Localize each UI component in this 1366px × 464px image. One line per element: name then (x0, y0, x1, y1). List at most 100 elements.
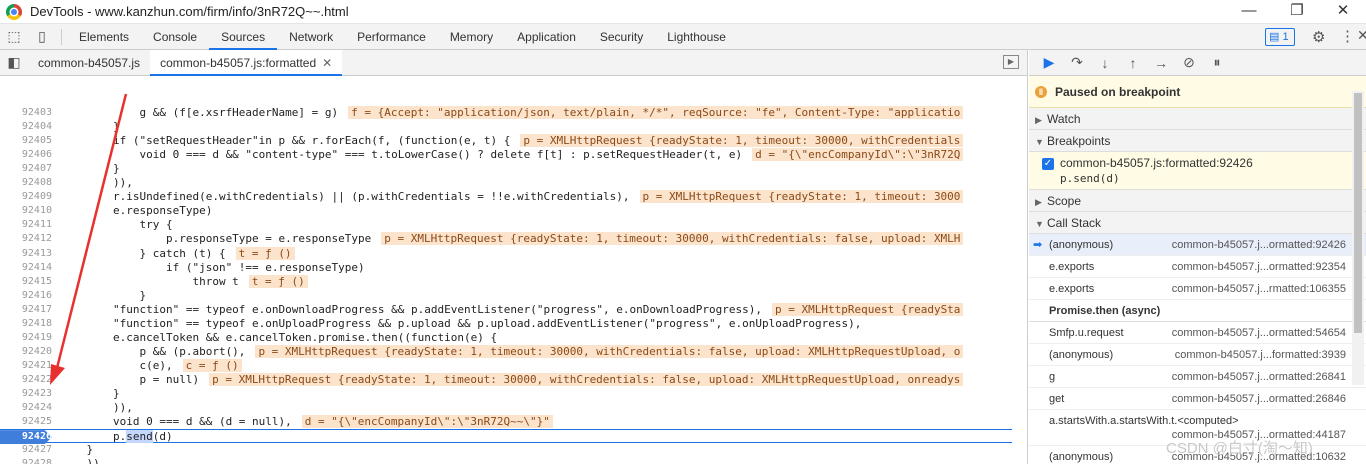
line-number[interactable]: 92406 (0, 148, 52, 162)
line-number[interactable]: 92427 (0, 443, 52, 457)
line-number[interactable]: 92417 (0, 303, 52, 317)
line-number[interactable]: 92419 (0, 331, 52, 345)
code-line[interactable]: 92410 e.responseType) (0, 204, 1012, 218)
line-number[interactable]: 92404 (0, 120, 52, 134)
step-icon[interactable]: → (1147, 55, 1175, 71)
breakpoint-line-number[interactable]: 92426 (0, 430, 52, 445)
tab-lighthouse[interactable]: Lighthouse (655, 24, 738, 50)
step-over-icon[interactable]: ↷ (1063, 54, 1091, 71)
code-line[interactable]: 92418 "function" == typeof e.onUploadPro… (0, 317, 1012, 331)
line-number[interactable]: 92420 (0, 345, 52, 359)
breakpoints-section[interactable]: ▼ Breakpoints (1029, 130, 1366, 152)
watch-section[interactable]: ▶ Watch (1029, 108, 1366, 130)
code-line[interactable]: 92411 try { (0, 218, 1012, 232)
code-line[interactable]: 92409 r.isUndefined(e.withCredentials) |… (0, 190, 1012, 204)
close-tab-icon[interactable]: ✕ (322, 56, 332, 70)
code-line[interactable]: 92426 p.send(d) (0, 429, 1012, 445)
line-number[interactable]: 92418 (0, 317, 52, 331)
call-frame[interactable]: (anonymous) common-b45057.j...formatted:3… (1029, 344, 1366, 366)
frame-location[interactable]: common-b45057.j...ormatted:92354 (1172, 256, 1346, 277)
code-line[interactable]: 92416 } (0, 289, 1012, 303)
breakpoint-checkbox[interactable]: ✓ (1042, 158, 1054, 170)
line-number[interactable]: 92416 (0, 289, 52, 303)
step-into-icon[interactable]: ↓ (1091, 55, 1119, 71)
minimize-button[interactable]: — (1226, 0, 1272, 24)
line-number[interactable]: 92409 (0, 190, 52, 204)
breakpoint-item[interactable]: ✓ common-b45057.js:formatted:92426 p.sen… (1029, 152, 1366, 190)
frame-location[interactable]: common-b45057.j...rmatted:106355 (1172, 278, 1346, 299)
tab-memory[interactable]: Memory (438, 24, 505, 50)
toggle-debugger-icon[interactable]: ▶ (1003, 55, 1019, 69)
step-out-icon[interactable]: ↑ (1119, 55, 1147, 71)
code-line[interactable]: 92424 )), (0, 401, 1012, 415)
line-number[interactable]: 92415 (0, 275, 52, 289)
tab-console[interactable]: Console (141, 24, 209, 50)
call-frame[interactable]: g common-b45057.j...ormatted:26841 (1029, 366, 1366, 388)
messages-badge[interactable]: ▤ 1 (1265, 28, 1295, 46)
line-number[interactable]: 92405 (0, 134, 52, 148)
line-number[interactable]: 92410 (0, 204, 52, 218)
tab-application[interactable]: Application (505, 24, 588, 50)
line-number[interactable]: 92424 (0, 401, 52, 415)
inspect-element-icon[interactable]: ⬚ (0, 28, 28, 45)
frame-location[interactable]: common-b45057.j...ormatted:26846 (1172, 388, 1346, 409)
tab-network[interactable]: Network (277, 24, 345, 50)
code-line[interactable]: 92408 )), (0, 176, 1012, 190)
tab-security[interactable]: Security (588, 24, 655, 50)
code-line[interactable]: 92415 throw t t = ƒ () (0, 274, 1012, 289)
line-number[interactable]: 92411 (0, 218, 52, 232)
call-frame[interactable]: Smfp.u.request common-b45057.j...ormatted… (1029, 322, 1366, 344)
code-line[interactable]: 92425 void 0 === d && (d = null), d = "{\… (0, 415, 1012, 429)
code-line[interactable]: 92428 )) (0, 457, 1012, 464)
tab-performance[interactable]: Performance (345, 24, 438, 50)
code-line[interactable]: 92406 void 0 === d && "content-type" ===… (0, 148, 1012, 162)
call-frame[interactable]: e.exports common-b45057.j...rmatted:10635… (1029, 278, 1366, 300)
line-number[interactable]: 92422 (0, 373, 52, 387)
code-line[interactable]: 92420 p && (p.abort(), p = XMLHttpRequest… (0, 344, 1012, 359)
line-number[interactable]: 92408 (0, 176, 52, 190)
resume-icon[interactable]: ▶ (1035, 54, 1063, 71)
toggle-navigator-icon[interactable]: ◧ (0, 54, 28, 71)
scrollbar-thumb[interactable] (1354, 93, 1362, 333)
restore-button[interactable]: ❐ (1274, 0, 1320, 24)
device-toolbar-icon[interactable]: ▯ (28, 28, 56, 45)
line-number[interactable]: 92428 (0, 457, 52, 464)
file-tab-common[interactable]: common-b45057.js (28, 50, 150, 76)
code-line[interactable]: 92422 p = null) p = XMLHttpRequest {ready… (0, 372, 1012, 387)
code-line[interactable]: 92412 p.responseType = e.responseType p =… (0, 232, 1012, 246)
call-stack-section[interactable]: ▼ Call Stack (1029, 212, 1366, 234)
code-line[interactable]: 92423 } (0, 387, 1012, 401)
code-line[interactable]: 92414 if ("json" !== e.responseType) (0, 261, 1012, 275)
close-window-button[interactable]: ✕ (1320, 0, 1366, 24)
line-number[interactable]: 92421 (0, 359, 52, 373)
frame-location[interactable]: common-b45057.j...formatted:3939 (1175, 344, 1346, 365)
tab-elements[interactable]: Elements (67, 24, 141, 50)
code-line[interactable]: 92413 } catch (t) {t = ƒ () (0, 246, 1012, 261)
more-options-icon[interactable]: ⋮ (1340, 27, 1355, 45)
line-number[interactable]: 92425 (0, 415, 52, 429)
code-line[interactable]: 92417 "function" == typeof e.onDownloadP… (0, 302, 1012, 317)
line-number[interactable]: 92412 (0, 232, 52, 246)
line-number[interactable]: 92407 (0, 162, 52, 176)
code-line[interactable]: 92421 c(e), c = ƒ () (0, 358, 1012, 373)
code-view[interactable]: 92403 g && (f[e.xsrfHeaderName] = g) f = … (0, 76, 1027, 464)
close-devtools-icon[interactable]: ✕ (1357, 27, 1366, 44)
code-line[interactable]: 92403 g && (f[e.xsrfHeaderName] = g) f = … (0, 106, 1012, 120)
code-line[interactable]: 92419 e.cancelToken && e.cancelToken.pro… (0, 331, 1012, 345)
file-tab-common-formatted[interactable]: common-b45057.js:formatted ✕ (150, 50, 343, 76)
call-frame[interactable]: e.exports common-b45057.j...ormatted:9235… (1029, 256, 1366, 278)
deactivate-breakpoints-icon[interactable]: ⊘ (1175, 54, 1203, 71)
pause-on-exceptions-icon[interactable]: ⏸ (1203, 54, 1231, 71)
frame-location[interactable]: common-b45057.j...ormatted:92426 (1172, 234, 1346, 255)
frame-location[interactable]: common-b45057.j...ormatted:54654 (1172, 322, 1346, 343)
code-line[interactable]: 92407 } (0, 162, 1012, 176)
line-number[interactable]: 92403 (0, 106, 52, 120)
code-line[interactable]: 92427 } (0, 443, 1012, 457)
call-frame[interactable]: ➡ (anonymous) common-b45057.j...ormatted:9… (1029, 234, 1366, 256)
code-line[interactable]: 92405 if ("setRequestHeader"in p && r.fo… (0, 134, 1012, 148)
line-number[interactable]: 92414 (0, 261, 52, 275)
frame-location[interactable]: common-b45057.j...ormatted:26841 (1172, 366, 1346, 387)
line-number[interactable]: 92413 (0, 247, 52, 261)
sidebar-scrollbar[interactable] (1352, 91, 1364, 385)
code-line[interactable]: 92404 } (0, 120, 1012, 134)
